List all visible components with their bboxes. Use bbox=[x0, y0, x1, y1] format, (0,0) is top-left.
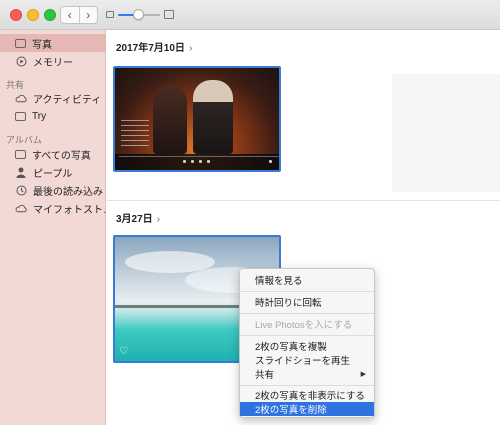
sidebar-item-my-photo-stream[interactable]: マイフォトスト… bbox=[0, 199, 113, 217]
section-date-header[interactable]: 2017年7月10日 › bbox=[116, 39, 192, 54]
toolbar: ‹ › bbox=[0, 0, 500, 30]
menu-separator bbox=[240, 291, 374, 292]
chevron-right-icon: › bbox=[156, 214, 161, 225]
submenu-arrow-icon: ▶ bbox=[360, 371, 366, 378]
menu-item-label: 共有 bbox=[255, 370, 275, 381]
folder-icon bbox=[15, 111, 26, 121]
cloud-icon bbox=[15, 203, 27, 213]
cloud-icon bbox=[15, 93, 27, 103]
sidebar-item-label: ピープル bbox=[33, 168, 73, 180]
sidebar-item-last-import[interactable]: 最後の読み込み bbox=[0, 181, 106, 199]
sidebar-item-label: マイフォトスト… bbox=[33, 204, 113, 216]
chevron-right-icon: › bbox=[188, 43, 193, 54]
menu-item-label: 2枚の写真を非表示にする bbox=[255, 391, 365, 402]
menu-separator bbox=[240, 385, 374, 386]
zoom-in-icon bbox=[164, 10, 174, 19]
menu-separator bbox=[240, 313, 374, 314]
sidebar-item-label: すべての写真 bbox=[32, 150, 91, 162]
section-divider bbox=[107, 200, 500, 201]
menu-item-live-photos: Live Photosを入にする bbox=[240, 317, 374, 331]
photo-library-icon bbox=[15, 149, 26, 159]
photo-content bbox=[153, 86, 187, 154]
video-controls-overlay bbox=[115, 154, 279, 170]
sidebar-item-photos[interactable]: 写真 bbox=[0, 34, 106, 52]
person-icon bbox=[15, 167, 27, 178]
sidebar-item-try[interactable]: Try bbox=[0, 107, 106, 125]
chevron-left-icon[interactable]: ‹ bbox=[61, 7, 79, 23]
menu-item-label: Live Photosを入にする bbox=[255, 320, 353, 331]
section-date-label: 3月27日 bbox=[116, 214, 153, 225]
sidebar-item-activity[interactable]: アクティビティ bbox=[0, 89, 106, 107]
close-window-button[interactable] bbox=[10, 9, 22, 21]
context-menu: 情報を見る 時計回りに回転 Live Photosを入にする 2枚の写真を複製 … bbox=[239, 268, 375, 418]
sidebar-item-label: 最後の読み込み bbox=[33, 186, 103, 198]
menu-item-label: 2枚の写真を複製 bbox=[255, 342, 327, 353]
menu-item-label: 2枚の写真を削除 bbox=[255, 405, 327, 416]
menu-item-play-slideshow[interactable]: スライドショーを再生 bbox=[240, 353, 374, 367]
sidebar-item-label: アクティビティ bbox=[33, 94, 102, 106]
menu-separator bbox=[240, 335, 374, 336]
section-date-header[interactable]: 3月27日 › bbox=[116, 210, 160, 225]
sidebar: 写真 メモリー 共有 アクティビティ Try アルバム すべての写真 ピープル … bbox=[0, 30, 113, 425]
zoom-slider-knob[interactable] bbox=[133, 9, 144, 20]
sidebar-item-memories[interactable]: メモリー bbox=[0, 52, 106, 70]
photo-library-icon bbox=[15, 38, 26, 48]
photo-content bbox=[121, 120, 149, 146]
photo-thumbnail[interactable] bbox=[113, 66, 281, 172]
menu-item-delete[interactable]: 2枚の写真を削除 bbox=[240, 402, 374, 416]
minimize-window-button[interactable] bbox=[27, 9, 39, 21]
fullscreen-window-button[interactable] bbox=[44, 9, 56, 21]
sidebar-item-label: メモリー bbox=[33, 57, 73, 69]
sidebar-item-label: Try bbox=[32, 110, 47, 122]
photo-content bbox=[193, 80, 233, 154]
sidebar-item-label: 写真 bbox=[32, 39, 52, 51]
empty-area bbox=[392, 74, 500, 192]
zoom-out-icon bbox=[106, 11, 114, 18]
clock-icon bbox=[15, 185, 27, 195]
menu-item-duplicate[interactable]: 2枚の写真を複製 bbox=[240, 339, 374, 353]
menu-item-rotate-clockwise[interactable]: 時計回りに回転 bbox=[240, 295, 374, 309]
menu-item-label: 情報を見る bbox=[255, 276, 303, 287]
memories-icon bbox=[15, 56, 27, 66]
sidebar-item-people[interactable]: ピープル bbox=[0, 163, 106, 181]
section-date-label: 2017年7月10日 bbox=[116, 43, 185, 54]
menu-item-share[interactable]: 共有 ▶ bbox=[240, 367, 374, 381]
menu-item-get-info[interactable]: 情報を見る bbox=[240, 273, 374, 287]
menu-item-label: 時計回りに回転 bbox=[255, 298, 322, 309]
menu-item-label: スライドショーを再生 bbox=[255, 356, 351, 367]
favorite-icon[interactable]: ♡ bbox=[119, 346, 128, 357]
chevron-right-icon[interactable]: › bbox=[78, 7, 98, 23]
sidebar-item-all-photos[interactable]: すべての写真 bbox=[0, 145, 106, 163]
navigation-segmented-control: ‹ › bbox=[60, 6, 98, 24]
menu-item-hide[interactable]: 2枚の写真を非表示にする bbox=[240, 388, 374, 402]
